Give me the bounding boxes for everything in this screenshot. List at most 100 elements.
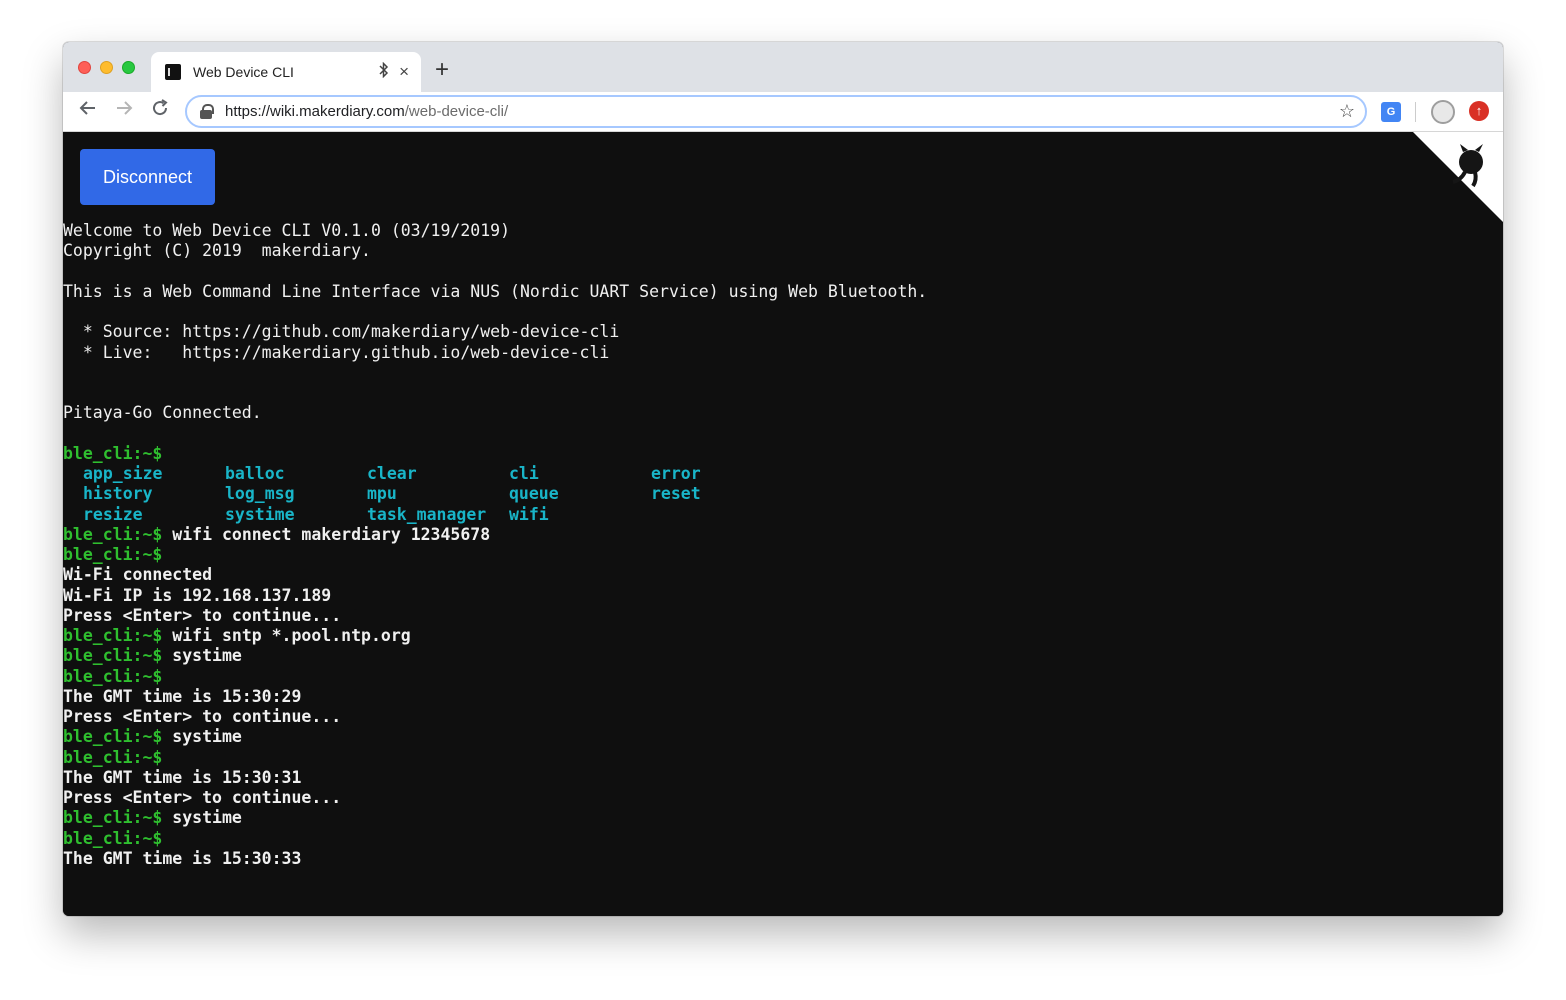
url-host: https://wiki.makerdiary.com [225,103,405,120]
intro-line: Pitaya-Go Connected. [63,403,262,423]
prompt-line: ble_cli:~$ [63,829,1503,849]
intro-line: This is a Web Command Line Interface via… [63,281,928,301]
output-line: Press <Enter> to continue... [63,788,1503,808]
intro-line [63,424,1503,444]
command-name: app_size [83,464,163,483]
output-text: Wi-Fi IP is 192.168.137.189 [63,585,332,605]
toolbar-divider [1415,102,1416,122]
output-line: Press <Enter> to continue... [63,707,1503,727]
intro-line [63,302,1503,322]
command-list-row: history log_msg mpu queue reset [63,484,1503,504]
command-name: history [83,484,153,504]
prompt-line: ble_cli:~$ [63,545,1503,565]
disconnect-button[interactable]: Disconnect [80,149,215,205]
prompt: ble_cli:~$ [63,545,163,564]
command-list-row: resize systime task_manager wifi [63,505,1503,525]
entered-command: systime [172,646,242,666]
minimize-window-button[interactable] [100,61,113,74]
intro-line: * Live: https://makerdiary.github.io/web… [63,342,610,362]
prompt: ble_cli:~$ [63,626,163,645]
command-name: cli [509,464,539,483]
lock-icon [199,103,215,120]
forward-button[interactable] [111,98,137,124]
browser-toolbar: https://wiki.makerdiary.com/web-device-c… [63,92,1503,132]
command-name: clear [367,464,417,483]
prompt: ble_cli:~$ [63,808,163,828]
bookmark-star-icon[interactable]: ☆ [1339,101,1355,122]
command-list-row: app_size balloc clear cli error [63,464,1503,484]
intro-line: Copyright (C) 2019 makerdiary. [63,241,371,261]
close-window-button[interactable] [78,61,91,74]
new-tab-button[interactable]: + [435,55,449,85]
command-name: task_manager [367,504,487,524]
output-text: The GMT time is 15:30:33 [63,848,302,868]
command-name: reset [651,484,701,504]
output-text: The GMT time is 15:30:31 [63,767,302,787]
output-text: Press <Enter> to continue... [63,707,342,726]
prompt: ble_cli:~$ [63,828,163,848]
prompt: ble_cli:~$ [63,666,163,686]
update-arrow-icon[interactable]: ↑ [1469,101,1489,121]
prompt: ble_cli:~$ [63,727,163,747]
url-text[interactable]: https://wiki.makerdiary.com/web-device-c… [225,103,1339,120]
entered-command: wifi sntp *.pool.ntp.org [172,626,411,645]
command-name: log_msg [225,484,295,504]
prompt-line: ble_cli:~$ wifi connect makerdiary 12345… [63,525,1503,545]
reload-button[interactable] [147,98,173,124]
intro-line [63,383,1503,403]
tab-web-device-cli[interactable]: Web Device CLI × [151,52,421,92]
arrow-left-icon [79,101,95,115]
entered-command: wifi connect makerdiary 12345678 [172,524,491,544]
prompt: ble_cli:~$ [63,646,163,666]
output-line: Press <Enter> to continue... [63,606,1503,626]
translate-extension-icon[interactable]: G [1381,102,1401,122]
output-text: Press <Enter> to continue... [63,788,342,807]
intro-line [63,363,1503,383]
prompt-line: ble_cli:~$ [63,667,1503,687]
command-name: queue [509,484,559,504]
command-name: resize [83,504,143,524]
output-line: Wi-Fi IP is 192.168.137.189 [63,586,1503,606]
intro-line: * Source: https://github.com/makerdiary/… [63,322,620,342]
terminal-favicon-icon [165,64,181,80]
command-name: error [651,464,701,483]
prompt-line: ble_cli:~$ [63,748,1503,768]
bluetooth-icon [379,61,389,82]
prompt-line: ble_cli:~$ wifi sntp *.pool.ntp.org [63,626,1503,646]
tab-title: Web Device CLI [193,64,294,80]
url-path: /web-device-cli/ [404,103,509,120]
command-name: wifi [509,504,549,524]
reload-icon [153,99,168,116]
output-line: The GMT time is 15:30:31 [63,768,1503,788]
intro-line: Welcome to Web Device CLI V0.1.0 (03/19/… [63,221,511,240]
tab-bar: Web Device CLI × + [63,42,1503,92]
browser-window: Web Device CLI × + https://wiki.makerdia… [63,42,1503,916]
command-name: balloc [225,464,285,483]
prompt: ble_cli:~$ [63,747,163,767]
arrow-right-icon [117,101,133,115]
page-content: Disconnect Welcome to Web Device CLI V0.… [63,132,1503,916]
maximize-window-button[interactable] [122,61,135,74]
output-line: The GMT time is 15:30:29 [63,687,1503,707]
github-corner-icon[interactable] [1413,132,1503,222]
intro-line [63,262,1503,282]
command-name: systime [225,504,295,524]
address-bar[interactable]: https://wiki.makerdiary.com/web-device-c… [185,95,1367,128]
profile-avatar-icon[interactable] [1431,100,1455,124]
prompt: ble_cli:~$ [63,443,163,463]
command-name: mpu [367,484,397,504]
tab-close-icon[interactable]: × [399,62,409,82]
prompt-line: ble_cli:~$ systime [63,727,1503,747]
output-text: Press <Enter> to continue... [63,605,342,625]
output-text: Wi-Fi connected [63,565,213,585]
output-line: The GMT time is 15:30:33 [63,849,1503,869]
prompt-line: ble_cli:~$ [63,444,1503,464]
output-line: Wi-Fi connected [63,565,1503,585]
output-text: The GMT time is 15:30:29 [63,686,302,706]
back-button[interactable] [75,98,101,124]
prompt: ble_cli:~$ [63,524,163,544]
terminal-output[interactable]: Welcome to Web Device CLI V0.1.0 (03/19/… [63,221,1503,869]
prompt-line: ble_cli:~$ systime [63,646,1503,666]
prompt-line: ble_cli:~$ systime [63,808,1503,828]
entered-command: systime [172,808,242,828]
